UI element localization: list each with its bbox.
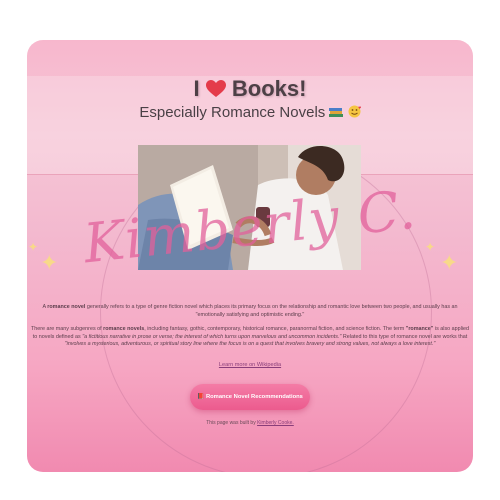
title-word: Books! [231, 76, 307, 101]
title-prefix: I [193, 76, 200, 101]
intro-term: romance novel [47, 304, 86, 310]
heart-icon [205, 80, 226, 97]
intro-lead: A [42, 304, 46, 310]
smiling-face-icon [348, 105, 361, 118]
subgenres-term: romance novels [103, 326, 145, 332]
footer: This page was built by Kimberly Cooke. [0, 420, 500, 426]
subgenres-quote2: "involves a mysterious, adventurous, or … [64, 341, 436, 348]
page-title: I Books! [0, 76, 500, 102]
subgenres-term2: "romance" [405, 326, 434, 332]
subgenres-lead: There are many subgenres of [30, 326, 102, 332]
sparkle-icon-left-small: ✦ [28, 240, 39, 254]
sparkle-icon-left: ✦ [40, 250, 59, 275]
wikipedia-link[interactable]: Learn more on Wikipedia [0, 362, 500, 368]
subgenres-paragraph: There are many subgenres of romance nove… [30, 326, 470, 349]
footer-text: This page was built by [206, 420, 256, 426]
sparkle-icon-right: ✦ [440, 250, 459, 275]
books-icon [329, 108, 344, 117]
subgenres-rest: , including fantasy, gothic, contemporar… [144, 326, 405, 332]
recommendations-button-label: Romance Novel Recommendations [205, 394, 303, 400]
intro-paragraph: A romance novel generally refers to a ty… [30, 304, 470, 319]
intro-rest: generally refers to a type of genre fict… [86, 304, 458, 318]
book-icon: 📕 [197, 394, 205, 400]
subgenres-quote: "a fictitious narrative in prose or vers… [82, 333, 342, 340]
subgenres-rest3: Related to this type of romance novel ar… [342, 333, 468, 340]
page-subtitle: Especially Romance Novels [0, 104, 500, 121]
sparkle-icon-right-small: ✦ [425, 240, 436, 254]
footer-author-link[interactable]: Kimberly Cooke. [257, 420, 294, 426]
subtitle-text: Especially Romance Novels [139, 104, 326, 121]
recommendations-button[interactable]: 📕 Romance Novel Recommendations [190, 384, 310, 410]
